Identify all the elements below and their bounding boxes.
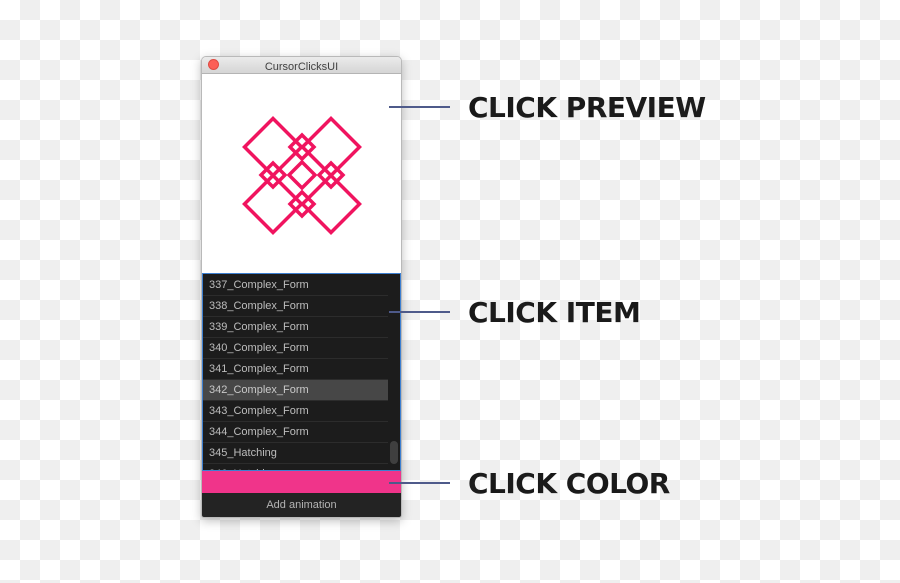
list-item[interactable]: 337_Complex_Form [203,275,388,296]
click-preview[interactable] [202,74,401,273]
list-item[interactable]: 342_Complex_Form [203,380,388,401]
callout-color-label: CLICK COLOR [468,467,670,500]
callout-line-color [389,482,450,484]
lattice-diamond-large [242,173,304,235]
callout-preview-label: CLICK PREVIEW [468,91,706,124]
add-animation-button[interactable]: Add animation [202,493,401,517]
lattice-diamond-large [300,116,362,178]
lattice-diamond-large [242,116,304,178]
lattice-diamond-large [300,173,362,235]
list-item[interactable]: 344_Complex_Form [203,422,388,443]
callout-line-preview [389,106,450,108]
title-bar[interactable]: CursorClicksUI [202,57,401,74]
color-swatch[interactable] [202,471,401,493]
list-item[interactable]: 340_Complex_Form [203,338,388,359]
app-window: CursorClicksUI 337_Complex_Form 338_Compl… [201,56,402,518]
list-scrollbar[interactable] [390,441,398,464]
list-item[interactable]: 343_Complex_Form [203,401,388,422]
close-button[interactable] [208,59,219,70]
window-title: CursorClicksUI [264,61,339,73]
callout-item-label: CLICK ITEM [468,296,641,329]
list-item[interactable]: 339_Complex_Form [203,317,388,338]
list-item[interactable]: 341_Complex_Form [203,359,388,380]
list-item[interactable]: 346_Hatching [203,464,388,470]
list-item[interactable]: 345_Hatching [203,443,388,464]
animation-list[interactable]: 337_Complex_Form 338_Complex_Form 339_Comp… [202,273,401,471]
complex-diamond-lattice-icon [242,116,362,235]
callout-line-item [389,311,450,313]
lattice-diamond-small [286,159,318,191]
list-item[interactable]: 338_Complex_Form [203,296,388,317]
